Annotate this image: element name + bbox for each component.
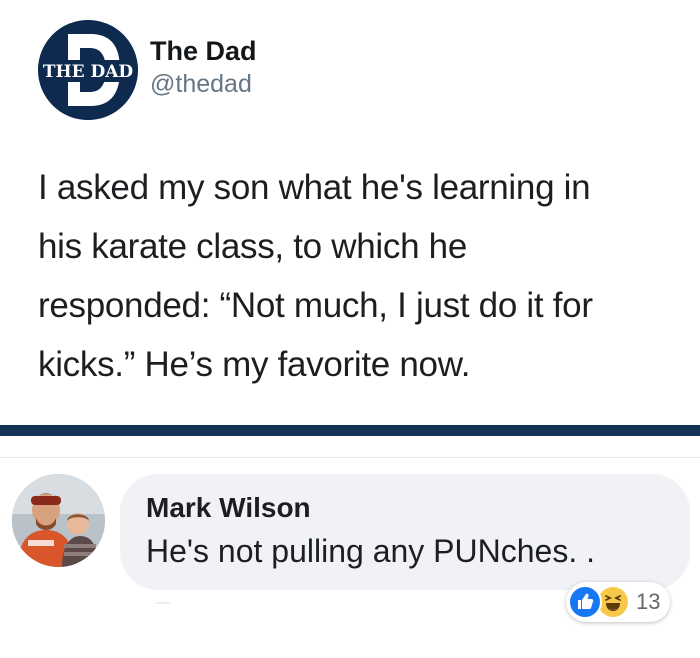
tweet-header: THE DAD The Dad @thedad	[38, 20, 257, 120]
tweet-identity: The Dad @thedad	[150, 34, 257, 100]
reactions-summary[interactable]: 13	[566, 582, 671, 622]
the-dad-avatar[interactable]: THE DAD	[38, 20, 138, 120]
tweet-text-line: I asked my son what he's learning in	[38, 168, 591, 207]
avatar-logo-text: THE DAD	[43, 62, 134, 82]
tweet-text-line: kicks.” He’s my favorite now.	[38, 345, 471, 384]
tweet-text: I asked my son what he's learning in his…	[38, 158, 678, 394]
display-name[interactable]: The Dad	[150, 34, 257, 68]
divider-bar	[0, 425, 700, 436]
comment-meta-placeholder	[156, 602, 170, 604]
the-dad-logo-icon: THE DAD	[38, 20, 138, 120]
comment-bubble[interactable]: Mark Wilson He's not pulling any PUNches…	[120, 474, 690, 590]
tweet-text-line: his karate class, to which he	[38, 227, 468, 266]
divider-gap	[0, 436, 700, 458]
commenter-name[interactable]: Mark Wilson	[146, 490, 664, 526]
commenter-avatar[interactable]	[12, 474, 105, 567]
like-icon	[568, 585, 602, 619]
commenter-photo-icon	[12, 474, 105, 567]
user-handle[interactable]: @thedad	[150, 68, 257, 100]
comment-text: He's not pulling any PUNches. .	[146, 533, 595, 569]
tweet-text-line: responded: “Not much, I just do it for	[38, 286, 593, 325]
reaction-count: 13	[636, 589, 661, 614]
